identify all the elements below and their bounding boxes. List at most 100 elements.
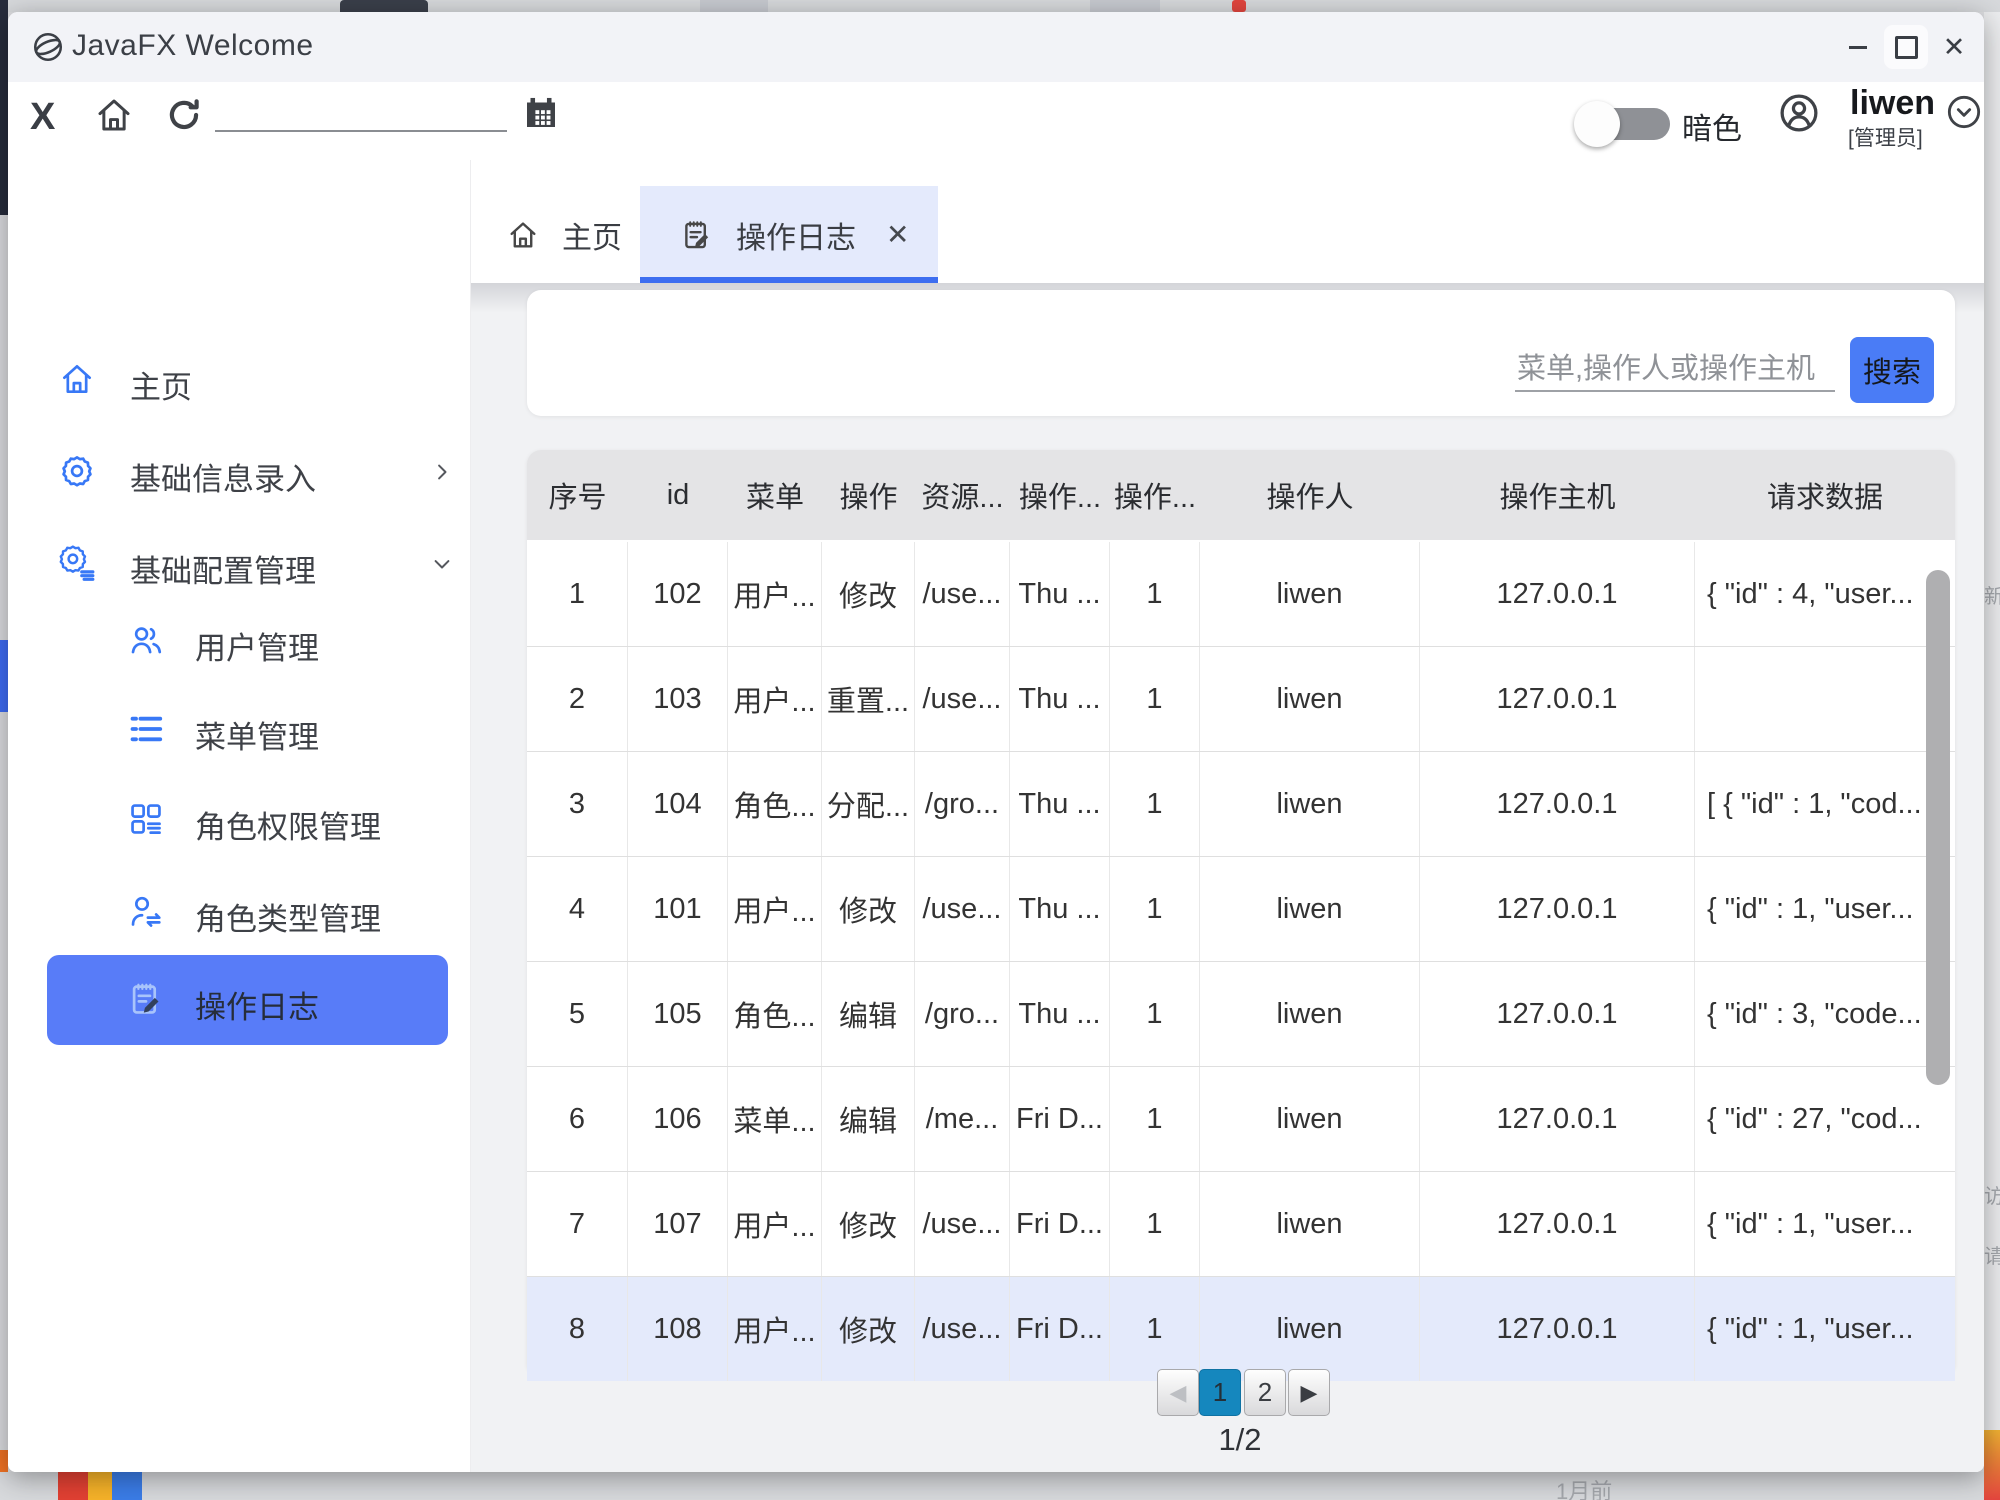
page-button-2[interactable]: 2: [1244, 1369, 1286, 1416]
table-cell: 角色...: [728, 752, 822, 856]
app-logo-icon: [30, 29, 66, 65]
next-page-button[interactable]: ▶: [1288, 1369, 1330, 1416]
sidebar: 主页基础信息录入基础配置管理用户管理菜单管理角色权限管理角色类型管理操作日志: [8, 160, 471, 1472]
sidebar-item-label: 用户管理: [195, 623, 319, 668]
sidebar-item-operation-log[interactable]: 操作日志: [8, 956, 470, 1046]
sidebar-item-role-type-mgmt[interactable]: 角色类型管理: [8, 868, 470, 958]
close-icon: ✕: [1943, 34, 1966, 61]
table-cell: /use...: [915, 647, 1010, 751]
sidebar-item-user-mgmt[interactable]: 用户管理: [8, 597, 470, 687]
tab-operation-log[interactable]: 操作日志 ✕: [640, 186, 938, 283]
home-button[interactable]: [93, 94, 135, 136]
search-button[interactable]: 搜索: [1850, 337, 1934, 403]
table-cell: 编辑: [822, 962, 915, 1066]
table-cell: 1: [1110, 1277, 1200, 1381]
tab-home[interactable]: 主页: [476, 186, 640, 283]
backdrop-bottom-logo-blue: [112, 1472, 142, 1500]
column-header[interactable]: id: [628, 450, 728, 540]
table-row[interactable]: 7107用户...修改/use...Fri D...1liwen127.0.0.…: [527, 1171, 1955, 1276]
table-cell: { "id" : 3, "code...: [1695, 962, 1955, 1066]
gear-icon: [58, 452, 96, 490]
column-header[interactable]: 操作: [822, 450, 915, 540]
close-window-button[interactable]: ✕: [1932, 25, 1976, 69]
table-cell: 用户...: [728, 1277, 822, 1381]
user-role: [管理员]: [1848, 122, 1923, 152]
column-header[interactable]: 资源...: [915, 450, 1010, 540]
table-cell: 8: [527, 1277, 628, 1381]
refresh-button[interactable]: [163, 94, 205, 136]
calendar-button[interactable]: [520, 92, 562, 134]
table-cell: 107: [628, 1172, 728, 1276]
refresh-icon: [163, 94, 205, 136]
table-row[interactable]: 4101用户...修改/use...Thu ...1liwen127.0.0.1…: [527, 856, 1955, 961]
user-menu-button[interactable]: [1944, 92, 1984, 132]
home-icon: [58, 360, 96, 398]
table-cell: 用户...: [728, 647, 822, 751]
table-cell: Thu ...: [1010, 962, 1110, 1066]
vertical-scrollbar-thumb[interactable]: [1926, 570, 1950, 1085]
table-cell: [ { "id" : 1, "cod...: [1695, 752, 1955, 856]
table-cell: 127.0.0.1: [1420, 1172, 1695, 1276]
maximize-icon: [1895, 36, 1918, 59]
sidebar-item-role-permission-mgmt[interactable]: 角色权限管理: [8, 776, 470, 866]
column-header[interactable]: 菜单: [728, 450, 822, 540]
table-cell: 1: [1110, 752, 1200, 856]
table-cell: 106: [628, 1067, 728, 1171]
table-cell: 102: [628, 542, 728, 646]
dark-mode-label: 暗色: [1682, 104, 1742, 148]
avatar[interactable]: [1776, 90, 1822, 136]
column-header[interactable]: 操作主机: [1420, 450, 1695, 540]
home-icon: [93, 94, 135, 136]
minimize-button[interactable]: [1836, 25, 1880, 69]
table-cell: 5: [527, 962, 628, 1066]
column-header[interactable]: 操作...: [1010, 450, 1110, 540]
sidebar-item-label: 操作日志: [195, 982, 319, 1027]
table-cell: 用户...: [728, 542, 822, 646]
table-cell: 1: [1110, 857, 1200, 961]
table-cell: 127.0.0.1: [1420, 962, 1695, 1066]
search-input[interactable]: [1515, 348, 1835, 392]
table-row[interactable]: 6106菜单...编辑/me...Fri D...1liwen127.0.0.1…: [527, 1066, 1955, 1171]
backdrop-text-fragment: 请: [1984, 1240, 2000, 1269]
date-input[interactable]: [215, 100, 507, 132]
table-cell: 1: [1110, 1172, 1200, 1276]
notepad-icon: [127, 980, 165, 1018]
table-cell: 修改: [822, 1277, 915, 1381]
table-cell: Thu ...: [1010, 857, 1110, 961]
tab-close-icon[interactable]: ✕: [886, 218, 909, 251]
column-header[interactable]: 请求数据: [1695, 450, 1955, 540]
table-cell: 127.0.0.1: [1420, 1277, 1695, 1381]
backdrop-left-dark: [0, 0, 8, 215]
toolbar: X 暗色 liwen [管理员]: [8, 82, 1984, 160]
page-button-1[interactable]: 1: [1199, 1369, 1241, 1416]
table-cell: /use...: [915, 857, 1010, 961]
table-row[interactable]: 5105角色...编辑/gro...Thu ...1liwen127.0.0.1…: [527, 961, 1955, 1066]
backdrop-left-blue: [0, 640, 8, 712]
table-cell: Thu ...: [1010, 752, 1110, 856]
column-header[interactable]: 操作...: [1110, 450, 1200, 540]
table-cell: 101: [628, 857, 728, 961]
sidebar-item-home[interactable]: 主页: [8, 336, 470, 426]
table-cell: 127.0.0.1: [1420, 647, 1695, 751]
prev-page-button[interactable]: ◀: [1157, 1369, 1199, 1416]
table-cell: /use...: [915, 1277, 1010, 1381]
sidebar-item-menu-mgmt[interactable]: 菜单管理: [8, 686, 470, 776]
maximize-button[interactable]: [1884, 25, 1928, 69]
sidebar-item-label: 基础配置管理: [130, 546, 316, 591]
table-cell: 菜单...: [728, 1067, 822, 1171]
close-x-icon[interactable]: X: [30, 96, 55, 139]
table-row[interactable]: 1102用户...修改/use...Thu ...1liwen127.0.0.1…: [527, 540, 1955, 646]
table-cell: 104: [628, 752, 728, 856]
backdrop-top-blob2: [1090, 0, 1160, 12]
sidebar-item-basic-info-entry[interactable]: 基础信息录入: [8, 428, 470, 518]
column-header[interactable]: 操作人: [1200, 450, 1420, 540]
table-cell: Thu ...: [1010, 647, 1110, 751]
dark-mode-toggle[interactable]: [1588, 108, 1670, 140]
table-row[interactable]: 3104角色...分配.../gro...Thu ...1liwen127.0.…: [527, 751, 1955, 856]
table-row[interactable]: 2103用户...重置.../use...Thu ...1liwen127.0.…: [527, 646, 1955, 751]
table-cell: Fri D...: [1010, 1067, 1110, 1171]
column-header[interactable]: 序号: [527, 450, 628, 540]
sidebar-item-label: 基础信息录入: [130, 454, 316, 499]
table-cell: { "id" : 1, "user...: [1695, 857, 1955, 961]
table-row[interactable]: 8108用户...修改/use...Fri D...1liwen127.0.0.…: [527, 1276, 1955, 1381]
